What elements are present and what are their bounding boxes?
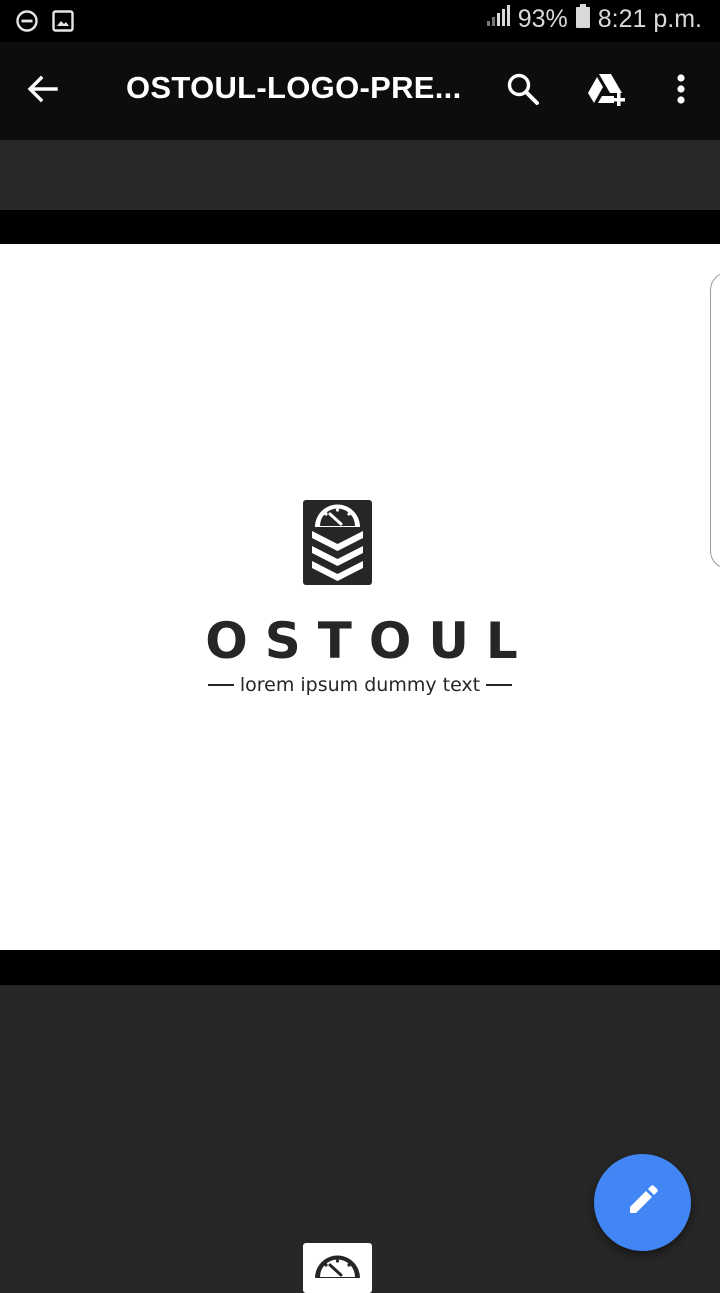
battery-percent: 93% [517,5,568,33]
ostoul-logo-icon [303,1243,372,1293]
tagline-text: lorem ipsum dummy text [239,674,481,696]
add-to-drive-button[interactable] [582,66,632,118]
page-separator [0,950,720,985]
edit-fab-button[interactable] [594,1154,691,1251]
page-separator [0,210,720,244]
drive-add-icon [586,72,628,113]
edit-pencil-icon [626,1183,660,1222]
status-bar: 93% 8:21 p.m. [0,0,720,42]
document-page[interactable] [0,244,720,950]
next-page-edge [710,272,720,569]
brand-name: OSTOUL [205,612,535,670]
tagline-dash-right [486,684,513,686]
arrow-back-icon [26,74,58,109]
more-options-button[interactable] [660,66,702,116]
tagline-dash-left [207,684,234,686]
ostoul-logo-icon [303,500,372,585]
search-icon [506,72,540,111]
clock: 8:21 p.m. [597,5,702,33]
back-button[interactable] [18,66,66,116]
battery-icon [575,4,590,35]
more-vert-icon [676,73,686,110]
status-right: 93% 8:21 p.m. [486,4,702,35]
app-bar: OSTOUL-LOGO-PRE... [0,42,720,140]
do-not-disturb-icon [16,10,38,37]
tagline: lorem ipsum dummy text [0,674,720,696]
search-button[interactable] [500,66,546,116]
status-left-icons [16,10,74,37]
toolbar-band [0,140,720,210]
signal-icon [486,5,510,34]
image-icon [52,10,74,37]
document-title: OSTOUL-LOGO-PRE... [126,70,462,105]
